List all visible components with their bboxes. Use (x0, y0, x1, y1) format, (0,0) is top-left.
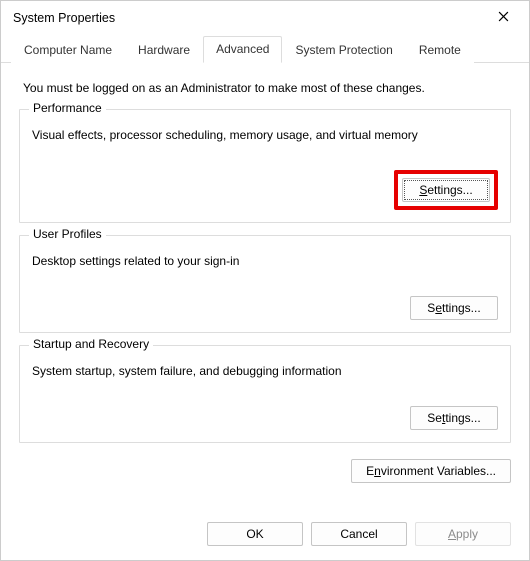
performance-settings-highlight: Settings... (394, 170, 498, 210)
group-startup-recovery: Startup and Recovery System startup, sys… (19, 345, 511, 443)
tab-system-protection[interactable]: System Protection (282, 37, 405, 63)
tab-label: Remote (419, 43, 461, 57)
tab-label: Computer Name (24, 43, 112, 57)
tab-advanced[interactable]: Advanced (203, 36, 282, 63)
startup-button-row: Settings... (32, 406, 498, 430)
group-legend-user-profiles: User Profiles (29, 227, 106, 241)
close-button[interactable] (481, 4, 525, 32)
performance-settings-button[interactable]: Settings... (402, 178, 490, 202)
ok-button[interactable]: OK (207, 522, 303, 546)
system-properties-window: System Properties Computer Name Hardware… (0, 0, 530, 561)
env-vars-row: Environment Variables... (19, 455, 511, 483)
tab-strip: Computer Name Hardware Advanced System P… (1, 35, 529, 63)
user-profiles-button-row: Settings... (32, 296, 498, 320)
window-title: System Properties (13, 11, 115, 25)
btn-label: Cancel (340, 527, 377, 541)
group-legend-performance: Performance (29, 101, 106, 115)
cancel-button[interactable]: Cancel (311, 522, 407, 546)
apply-button[interactable]: Apply (415, 522, 511, 546)
tab-label: Hardware (138, 43, 190, 57)
tab-content-advanced: You must be logged on as an Administrato… (1, 63, 529, 512)
group-user-profiles: User Profiles Desktop settings related t… (19, 235, 511, 333)
environment-variables-button[interactable]: Environment Variables... (351, 459, 511, 483)
tab-label: System Protection (295, 43, 392, 57)
performance-desc: Visual effects, processor scheduling, me… (32, 128, 498, 142)
tab-remote[interactable]: Remote (406, 37, 474, 63)
tab-computer-name[interactable]: Computer Name (11, 37, 125, 63)
startup-settings-button[interactable]: Settings... (410, 406, 498, 430)
titlebar: System Properties (1, 1, 529, 35)
user-profiles-desc: Desktop settings related to your sign-in (32, 254, 498, 268)
group-legend-startup: Startup and Recovery (29, 337, 153, 351)
btn-label: OK (246, 527, 263, 541)
admin-notice: You must be logged on as an Administrato… (23, 81, 511, 95)
group-performance: Performance Visual effects, processor sc… (19, 109, 511, 223)
btn-label: ettings... (427, 183, 472, 197)
dialog-footer: OK Cancel Apply (1, 512, 529, 560)
performance-button-row: Settings... (32, 170, 498, 210)
close-icon (498, 11, 509, 25)
tab-hardware[interactable]: Hardware (125, 37, 203, 63)
startup-desc: System startup, system failure, and debu… (32, 364, 498, 378)
user-profiles-settings-button[interactable]: Settings... (410, 296, 498, 320)
tab-label: Advanced (216, 42, 269, 56)
